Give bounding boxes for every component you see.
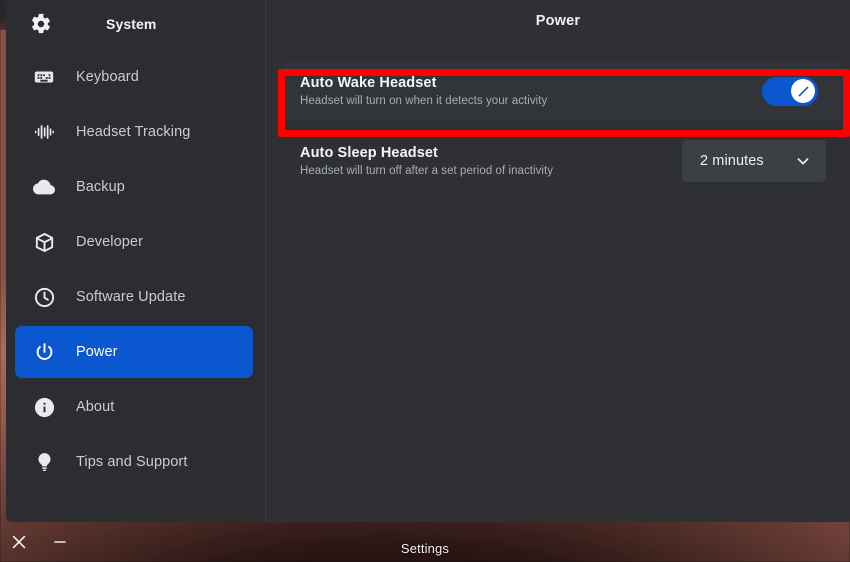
settings-window: System Keyboard Headset Tracking Backup … xyxy=(6,0,850,522)
sidebar: System Keyboard Headset Tracking Backup … xyxy=(6,0,266,522)
sidebar-item-label: Software Update xyxy=(76,289,186,305)
sidebar-item-label: Tips and Support xyxy=(76,454,188,470)
sidebar-item-label: Developer xyxy=(76,234,143,250)
sidebar-item-developer[interactable]: Developer xyxy=(15,216,253,268)
window-taskbar: Settings xyxy=(0,522,850,562)
check-slash-icon xyxy=(798,86,808,96)
setting-subtitle: Headset will turn off after a set period… xyxy=(300,164,554,177)
setting-subtitle: Headset will turn on when it detects you… xyxy=(300,94,548,107)
auto-wake-toggle[interactable] xyxy=(762,76,818,106)
sidebar-item-headset-tracking[interactable]: Headset Tracking xyxy=(15,106,253,158)
waveform-icon xyxy=(30,118,58,146)
power-icon xyxy=(30,338,58,366)
lightbulb-icon xyxy=(30,448,58,476)
cloud-icon xyxy=(30,173,58,201)
sidebar-item-label: Headset Tracking xyxy=(76,124,191,140)
sidebar-header: System xyxy=(6,0,265,48)
sidebar-item-label: Backup xyxy=(76,179,125,195)
info-icon xyxy=(30,393,58,421)
setting-title: Auto Sleep Headset xyxy=(300,144,438,161)
dropdown-value: 2 minutes xyxy=(700,153,764,169)
sidebar-item-about[interactable]: About xyxy=(15,381,253,433)
clock-icon xyxy=(30,283,58,311)
main-panel: Power Auto Wake Headset Headset will tur… xyxy=(266,0,850,522)
sidebar-item-software-update[interactable]: Software Update xyxy=(15,271,253,323)
sidebar-title: System xyxy=(106,16,157,32)
sidebar-item-label: About xyxy=(76,399,115,415)
row-spacer xyxy=(284,120,842,132)
row-text-block: Auto Wake Headset Headset will turn on w… xyxy=(300,74,762,109)
gear-icon xyxy=(28,11,54,37)
sidebar-item-backup[interactable]: Backup xyxy=(15,161,253,213)
sidebar-item-keyboard[interactable]: Keyboard xyxy=(15,51,253,103)
page-title: Power xyxy=(535,13,581,29)
row-text-block: Auto Sleep Headset Headset will turn off… xyxy=(300,144,682,179)
sidebar-item-tips-and-support[interactable]: Tips and Support xyxy=(15,436,253,488)
box-icon xyxy=(30,228,58,256)
setting-title: Auto Wake Headset xyxy=(300,74,437,91)
auto-sleep-dropdown[interactable]: 2 minutes xyxy=(682,140,826,182)
sidebar-item-label: Power xyxy=(76,344,118,360)
taskbar-title: Settings xyxy=(400,541,450,556)
screen: System Keyboard Headset Tracking Backup … xyxy=(0,0,850,562)
keyboard-icon xyxy=(30,63,58,91)
setting-row-auto-sleep-headset[interactable]: Auto Sleep Headset Headset will turn off… xyxy=(284,132,842,190)
sidebar-item-label: Keyboard xyxy=(76,69,139,85)
sidebar-item-power[interactable]: Power xyxy=(15,326,253,378)
toggle-knob xyxy=(791,79,815,103)
chevron-down-icon xyxy=(794,152,812,170)
setting-row-auto-wake-headset[interactable]: Auto Wake Headset Headset will turn on w… xyxy=(284,62,842,120)
settings-list: Auto Wake Headset Headset will turn on w… xyxy=(284,62,842,190)
